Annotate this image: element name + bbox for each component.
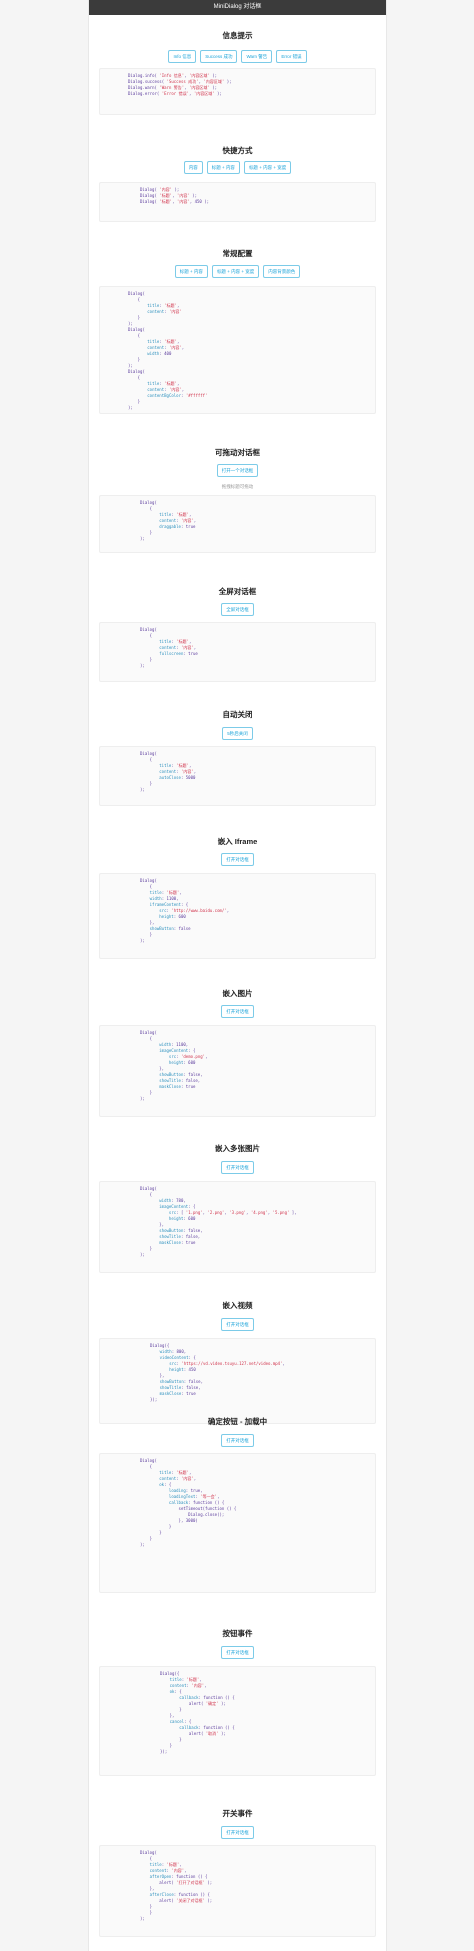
button-group: 打开对话框 [89,1646,386,1659]
section-title: 全屏对话框 [218,587,257,596]
code-line: ); [140,938,145,943]
button-group: Info 信息 Success 成功 Warn 警告 Error 错误 [89,50,386,63]
top-bar: MiniDialog 对话框 [89,0,386,15]
code-block: Dialog( { title: '标题', content: '内容', dr… [99,495,376,553]
section-title: 嵌入视频 [222,1301,253,1310]
code-line: ); [140,787,145,792]
section-title: 嵌入图片 [222,989,253,998]
demo-button[interactable]: 内容背景颜色 [263,265,301,278]
demo-button[interactable]: 全屏对话框 [221,603,254,616]
button-group: 打开对话框 [89,1318,386,1331]
demo-button[interactable]: 打开对话框 [221,1826,254,1839]
code-line: ); [140,1542,145,1547]
button-group: 5秒后关闭 [89,727,386,740]
code-line: ); [140,1916,145,1921]
code-line: ); [140,1252,145,1257]
demo-button[interactable]: 打开对话框 [221,1318,254,1331]
demo-button[interactable]: Warn 警告 [241,50,273,63]
demo-button[interactable]: Success 成功 [200,50,238,63]
button-group: 打开对话框 [89,1434,386,1447]
section-title: 嵌入多张图片 [215,1144,260,1153]
section-title: 信息提示 [222,31,253,40]
section-title: 自动关闭 [222,710,253,719]
button-group: 打开一个对话框 [89,464,386,477]
demo-button[interactable]: Error 错误 [276,50,307,63]
section-title: 按钮事件 [222,1629,253,1638]
code-line: }); [160,1749,168,1754]
code-block: Dialog({ width: 800, videoContent: { src… [99,1338,376,1424]
section-title: 快捷方式 [222,146,253,155]
hint-text: 拖拽标题可拖动 [221,484,254,489]
demo-button[interactable]: 打开对话框 [221,1005,254,1018]
section-title: 常规配置 [222,249,253,258]
code-line: Dialog( '标题', '内容', 450 ); [140,199,210,204]
code-block: Dialog( { title: '标题', content: '内容', au… [99,746,376,806]
button-group: 标题 + 内容 标题 + 内容 + 宽度 内容背景颜色 [89,265,386,278]
demo-button[interactable]: 打开对话框 [221,1646,254,1659]
code-block: Dialog.info( 'Info 信息', '内容区域' ); Dialog.… [99,68,376,115]
code-line: ); [140,1096,145,1101]
code-line: ); [140,663,145,668]
section-title: 嵌入 Iframe [217,837,258,846]
code-block: Dialog( { title: '标题', content: '内容', af… [99,1845,376,1937]
demo-button[interactable]: Info 信息 [168,50,197,63]
demo-button[interactable]: 打开一个对话框 [216,464,259,477]
code-block: Dialog( { width: 780, imageContent: { sr… [99,1181,376,1273]
code-block: Dialog({ title: '标题', content: '内容', ok:… [99,1666,376,1776]
code-line: Dialog.error( 'Error 错误', '内容区域' ); [128,91,222,96]
page-frame: MiniDialog 对话框 信息提示 Info 信息 Success 成功 Warn… [88,0,387,1951]
button-group: 打开对话框 [89,1826,386,1839]
window-title: MiniDialog 对话框 [213,4,262,10]
demo-button[interactable]: 标题 + 内容 + 宽度 [211,265,260,278]
code-line: ); [140,536,145,541]
demo-button[interactable]: 打开对话框 [221,853,254,866]
button-group: 内容 标题 + 内容 标题 + 内容 + 宽度 [89,161,386,174]
section-title: 开关事件 [222,1809,253,1818]
section-title: 可拖动对话框 [215,448,260,457]
code-block: Dialog( '内容' ); Dialog( '标题', '内容' ); Dial… [99,182,376,222]
demo-button[interactable]: 打开对话框 [221,1161,254,1174]
code-block: Dialog( { title: '标题', content: '内容', fu… [99,622,376,682]
button-group: 全屏对话框 [89,603,386,616]
code-line: ); [128,405,133,410]
demo-button[interactable]: 打开对话框 [221,1434,254,1447]
demo-button[interactable]: 内容 [183,161,203,174]
demo-button[interactable]: 5秒后关闭 [222,727,253,740]
code-block: Dialog( { width: 1100, imageContent: { s… [99,1025,376,1117]
code-line: }); [150,1397,158,1402]
button-group: 打开对话框 [89,1161,386,1174]
section-title: 确定按钮 - 加载中 [207,1417,268,1426]
code-block: Dialog( { title: '标题', width: 1100, ifra… [99,873,376,959]
demo-button[interactable]: 标题 + 内容 + 宽度 [243,161,292,174]
code-block: Dialog( { title: '标题', content: '内容' });… [99,286,376,414]
button-group: 打开对话框 [89,1005,386,1018]
code-block: Dialog( { title: '标题', content: '内容', ok… [99,1453,376,1593]
demo-button[interactable]: 标题 + 内容 [174,265,208,278]
button-group: 打开对话框 [89,853,386,866]
demo-button[interactable]: 标题 + 内容 [206,161,240,174]
